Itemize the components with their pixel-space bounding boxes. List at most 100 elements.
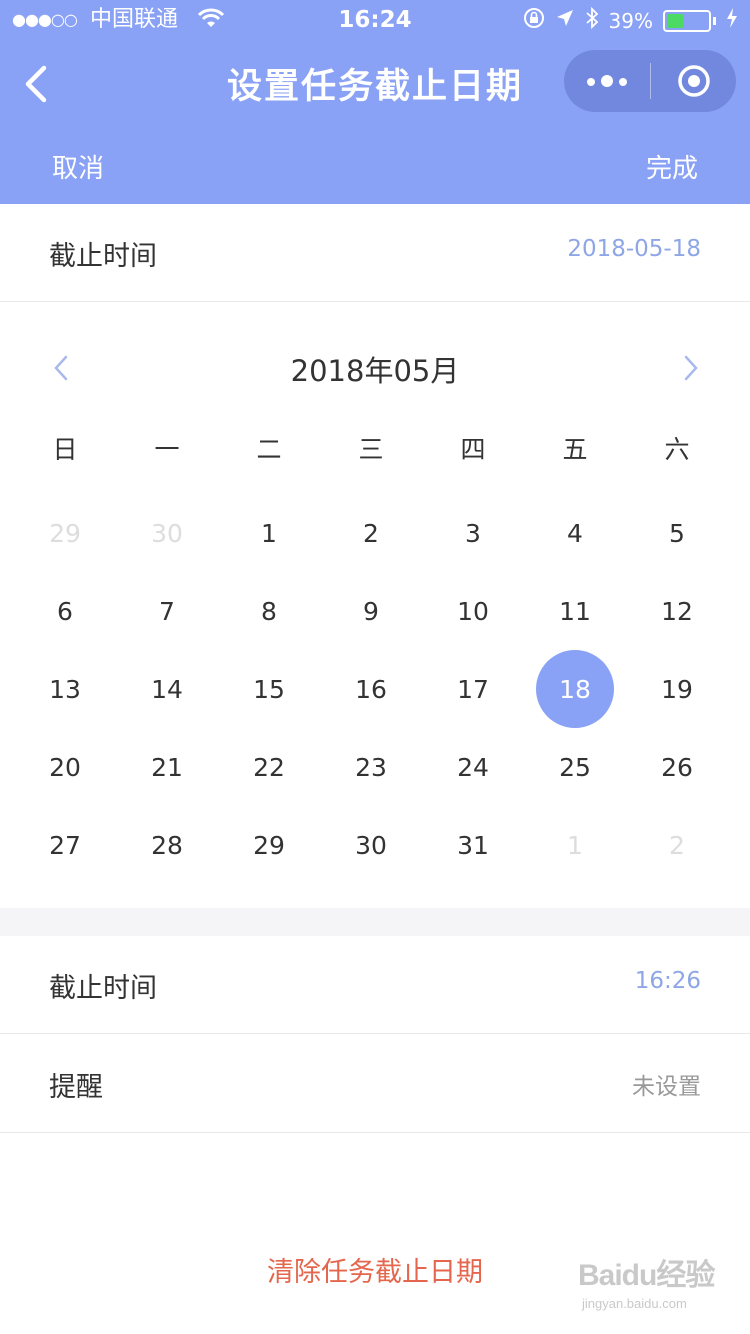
calendar-day-number: 2 <box>363 518 379 548</box>
calendar: 2018年05月 日一二三四五六 29 30 1 2 3 4 5 6 7 8 9 10 11 12 13 14… <box>0 304 750 908</box>
calendar-day-number: 12 <box>661 596 693 626</box>
calendar-day-selected[interactable]: 18 <box>535 650 615 728</box>
calendar-day[interactable]: 17 <box>433 650 513 728</box>
target-icon <box>677 65 710 97</box>
calendar-day-number: 5 <box>669 518 685 548</box>
calendar-day-number: 10 <box>457 596 489 626</box>
calendar-day-number: 2 <box>669 830 685 860</box>
calendar-day[interactable]: 8 <box>229 572 309 650</box>
weekday-label: 六 <box>664 435 690 464</box>
calendar-day[interactable]: 9 <box>331 572 411 650</box>
calendar-day-number: 23 <box>355 752 387 782</box>
calendar-day-number: 11 <box>559 596 591 626</box>
reminder-row[interactable]: 提醒 未设置 <box>0 1035 750 1133</box>
weekday-label: 五 <box>562 435 588 464</box>
calendar-day[interactable]: 13 <box>25 650 105 728</box>
navigation-bar: 设置任务截止日期 <box>0 40 750 128</box>
calendar-day[interactable]: 27 <box>25 806 105 884</box>
calendar-day[interactable]: 6 <box>25 572 105 650</box>
weekday-label: 一 <box>154 435 180 464</box>
calendar-day-number: 30 <box>151 518 183 548</box>
charging-icon <box>726 8 738 34</box>
calendar-day[interactable]: 31 <box>433 806 513 884</box>
calendar-day-number: 29 <box>253 830 285 860</box>
watermark: Baidu经验 jingyan.baidu.com <box>578 1250 738 1320</box>
calendar-day[interactable]: 1 <box>229 494 309 572</box>
deadline-time-row[interactable]: 截止时间 16:26 <box>0 936 750 1034</box>
calendar-day: 1 <box>535 806 615 884</box>
calendar-day-number: 15 <box>253 674 285 704</box>
more-dot <box>601 75 613 87</box>
calendar-day-number: 13 <box>49 674 81 704</box>
deadline-date-row[interactable]: 截止时间 2018-05-18 <box>0 204 750 302</box>
header: ●●●○○ 中国联通 16:24 39% 设置任务截止日期 取消 完成 <box>0 0 750 204</box>
reminder-value: 未设置 <box>632 1074 701 1100</box>
weekday-label: 二 <box>256 435 282 464</box>
calendar-day[interactable]: 11 <box>535 572 615 650</box>
calendar-day: 2 <box>637 806 717 884</box>
mini-program-capsule <box>564 50 736 112</box>
calendar-day[interactable]: 16 <box>331 650 411 728</box>
calendar-day-number: 4 <box>567 518 583 548</box>
battery-tip <box>713 17 716 25</box>
calendar-day-number: 24 <box>457 752 489 782</box>
calendar-day[interactable]: 7 <box>127 572 207 650</box>
cancel-button[interactable]: 取消 <box>52 148 104 185</box>
calendar-day-number: 1 <box>261 518 277 548</box>
status-bar: ●●●○○ 中国联通 16:24 39% <box>0 0 750 40</box>
calendar-day[interactable]: 2 <box>331 494 411 572</box>
calendar-day[interactable]: 4 <box>535 494 615 572</box>
calendar-day-number: 22 <box>253 752 285 782</box>
section-divider <box>0 908 750 936</box>
calendar-month-title: 2018年05月 <box>290 354 460 388</box>
calendar-day-number: 14 <box>151 674 183 704</box>
weekday-header: 日一二三四五六 <box>0 430 750 470</box>
weekday-label: 日 <box>52 435 78 464</box>
calendar-day[interactable]: 28 <box>127 806 207 884</box>
calendar-day-number: 7 <box>159 596 175 626</box>
deadline-time-label: 截止时间 <box>49 973 157 1004</box>
calendar-day-number: 9 <box>363 596 379 626</box>
calendar-day[interactable]: 14 <box>127 650 207 728</box>
calendar-day[interactable]: 29 <box>229 806 309 884</box>
calendar-day-number: 16 <box>355 674 387 704</box>
close-program-button[interactable] <box>651 64 736 98</box>
calendar-day[interactable]: 15 <box>229 650 309 728</box>
calendar-day[interactable]: 20 <box>25 728 105 806</box>
calendar-day-number: 19 <box>661 674 693 704</box>
more-button[interactable] <box>564 75 650 87</box>
calendar-day-number: 27 <box>49 830 81 860</box>
calendar-day-number: 25 <box>559 752 591 782</box>
calendar-day[interactable]: 30 <box>331 806 411 884</box>
weekday-label: 四 <box>460 435 486 464</box>
calendar-day-number: 28 <box>151 830 183 860</box>
calendar-day-number: 29 <box>49 518 81 548</box>
calendar-day[interactable]: 24 <box>433 728 513 806</box>
calendar-day[interactable]: 5 <box>637 494 717 572</box>
calendar-day[interactable]: 19 <box>637 650 717 728</box>
calendar-day[interactable]: 10 <box>433 572 513 650</box>
calendar-day[interactable]: 22 <box>229 728 309 806</box>
calendar-day[interactable]: 23 <box>331 728 411 806</box>
more-dot <box>619 78 627 86</box>
done-button[interactable]: 完成 <box>646 148 698 185</box>
calendar-day-number: 30 <box>355 830 387 860</box>
calendar-day[interactable]: 25 <box>535 728 615 806</box>
deadline-date-label: 截止时间 <box>49 241 157 272</box>
calendar-day[interactable]: 12 <box>637 572 717 650</box>
calendar-day: 29 <box>25 494 105 572</box>
watermark-url: jingyan.baidu.com <box>582 1296 687 1311</box>
calendar-day-number: 6 <box>57 596 73 626</box>
chevron-right-icon <box>684 355 698 381</box>
calendar-day[interactable]: 26 <box>637 728 717 806</box>
status-right: 39% <box>523 6 738 35</box>
action-bar: 取消 完成 <box>0 142 750 192</box>
calendar-day-number: 21 <box>151 752 183 782</box>
battery-percent: 39% <box>608 9 653 33</box>
calendar-day[interactable]: 21 <box>127 728 207 806</box>
next-month-button[interactable] <box>678 354 702 382</box>
calendar-day[interactable]: 3 <box>433 494 513 572</box>
rotation-lock-icon <box>523 7 545 35</box>
calendar-day: 30 <box>127 494 207 572</box>
deadline-time-value: 16:26 <box>634 968 701 994</box>
